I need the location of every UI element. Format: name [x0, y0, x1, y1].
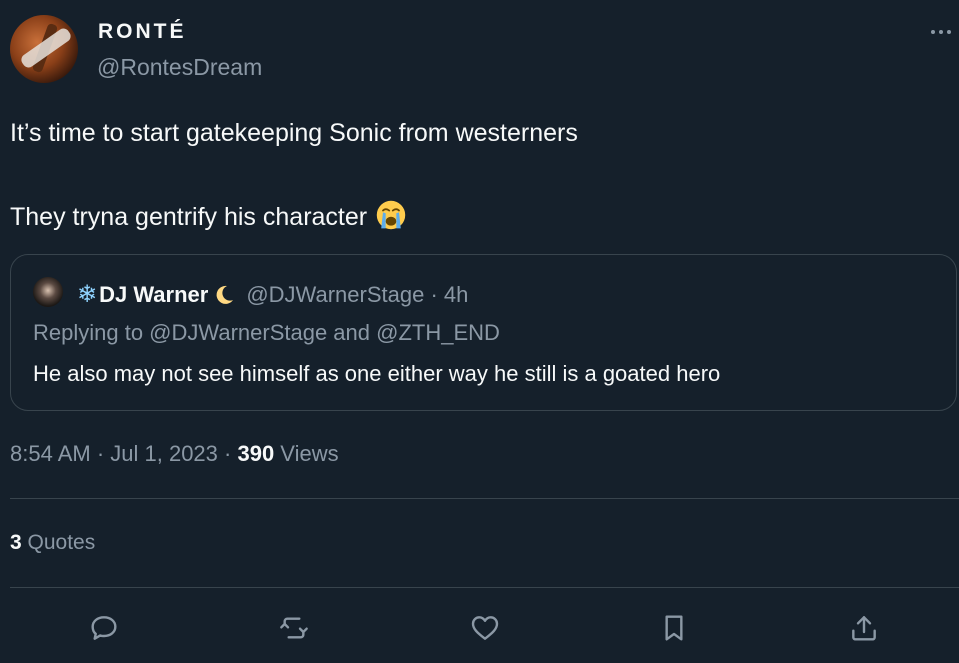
tweet-page: RONTÉ @RontesDream It’s time to start ga…: [0, 0, 959, 663]
quotes-stat[interactable]: 3 Quotes: [10, 531, 95, 555]
retweet-icon[interactable]: [274, 608, 314, 648]
quoted-tweet-header: ❄ DJ Warner @DJWarnerStage · 4h: [77, 280, 468, 309]
views-count: 390: [237, 441, 275, 466]
quoted-tweet-card[interactable]: ❄ DJ Warner @DJWarnerStage · 4h Replying…: [10, 254, 957, 411]
tweet-text-line-1: It’s time to start gatekeeping Sonic fro…: [10, 119, 578, 147]
quoted-replying-to: Replying to @DJWarnerStage and @ZTH_END: [33, 320, 500, 345]
bookmark-icon[interactable]: [654, 608, 694, 648]
views-label: Views: [274, 441, 339, 466]
tweet-text-line-2: They tryna gentrify his character: [10, 199, 407, 232]
tweet-text-line-2-text: They tryna gentrify his character: [10, 203, 368, 231]
author-handle[interactable]: @RontesDream: [97, 54, 262, 81]
quotes-label: Quotes: [21, 531, 96, 554]
quoted-author-handle-time: @DJWarnerStage · 4h: [246, 281, 469, 307]
author-avatar[interactable]: [10, 15, 78, 83]
crescent-moon-icon: [216, 285, 234, 304]
quoted-author-name[interactable]: DJ Warner: [99, 282, 208, 308]
loudly-crying-face-icon: [376, 200, 406, 230]
tweet-meta: 8:54 AM · Jul 1, 2023 · 390 Views: [10, 441, 339, 467]
quotes-count: 3: [10, 531, 22, 554]
author-display-name[interactable]: RONTÉ: [98, 20, 187, 44]
more-options-icon[interactable]: [911, 20, 951, 44]
like-icon[interactable]: [465, 608, 505, 648]
reply-icon[interactable]: [84, 608, 124, 648]
divider: [10, 498, 959, 499]
quoted-author-avatar[interactable]: [33, 277, 63, 307]
divider: [10, 587, 959, 588]
quoted-tweet-text: He also may not see himself as one eithe…: [33, 361, 721, 386]
snowflake-icon: ❄: [77, 281, 98, 308]
share-icon[interactable]: [844, 608, 884, 648]
tweet-timestamp[interactable]: 8:54 AM · Jul 1, 2023 ·: [10, 441, 237, 466]
